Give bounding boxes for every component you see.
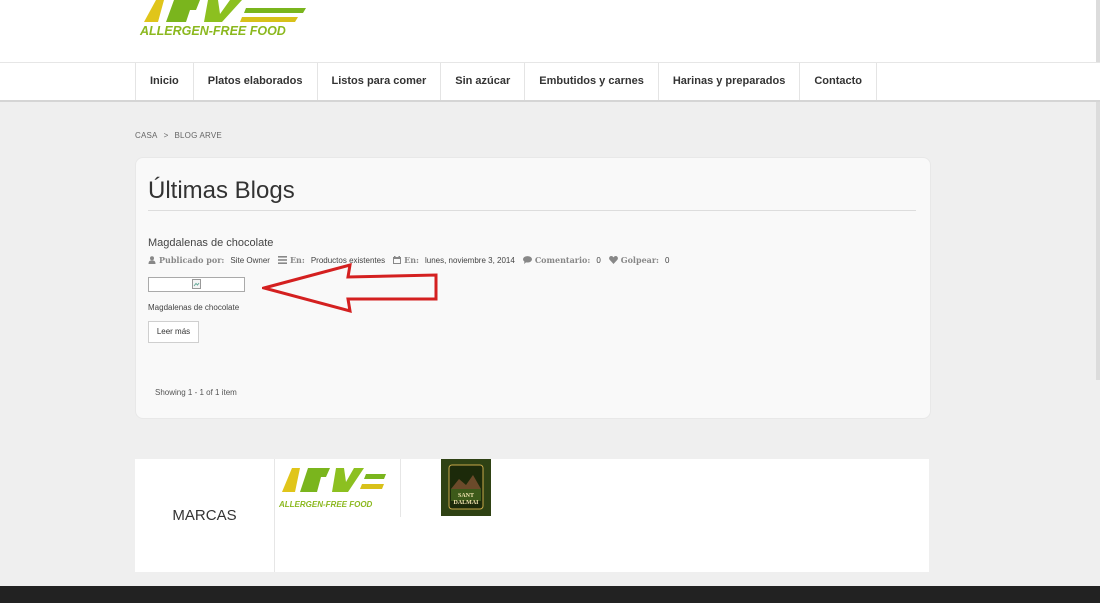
post-excerpt: Magdalenas de chocolate [148, 303, 240, 312]
brands-heading: MARCAS [135, 459, 275, 572]
nav-item-listos-para-comer[interactable]: Listos para comer [316, 63, 441, 100]
left-arrow-annotation-icon [258, 262, 440, 320]
title-divider [148, 210, 916, 211]
read-more-button[interactable]: Leer más [148, 321, 199, 343]
brands-section: MARCAS ALLERGEN-FREE FOOD SANT DALMAI [135, 459, 929, 572]
svg-text:DALMAI: DALMAI [454, 500, 480, 506]
nav-item-contacto[interactable]: Contacto [799, 63, 878, 100]
site-header: ALLERGEN-FREE FOOD [0, 0, 1100, 62]
hits-count: 0 [665, 255, 670, 265]
heart-icon [608, 256, 618, 264]
broken-image-icon [192, 279, 201, 289]
brand-arve-logo[interactable]: ALLERGEN-FREE FOOD [278, 462, 388, 517]
nav-item-platos-elaborados[interactable]: Platos elaborados [192, 63, 317, 100]
blog-card: Últimas Blogs Magdalenas de chocolate Pu… [135, 157, 931, 419]
posted-by-label: Publicado por: [159, 255, 225, 265]
comments-count: 0 [596, 255, 601, 265]
brand-sant-dalmai-logo[interactable]: SANT DALMAI [441, 459, 491, 516]
comment-icon [522, 256, 532, 264]
svg-text:SANT: SANT [458, 493, 474, 499]
logo-tagline: ALLERGEN-FREE FOOD [139, 24, 286, 38]
brand-divider [400, 459, 401, 517]
nav-item-inicio[interactable]: Inicio [135, 63, 193, 100]
post-title-link[interactable]: Magdalenas de chocolate [148, 237, 273, 249]
pagination-info: Showing 1 - 1 of 1 item [155, 388, 237, 397]
post-image-broken[interactable] [148, 277, 245, 292]
site-footer [0, 586, 1100, 603]
page-title: Últimas Blogs [148, 177, 295, 204]
comments-label: Comentario: [534, 255, 591, 265]
user-icon [148, 256, 156, 264]
breadcrumb-current: BLOG ARVE [174, 131, 222, 140]
breadcrumb-home[interactable]: CASA [135, 131, 158, 140]
main-nav: Inicio Platos elaborados Listos para com… [0, 62, 1100, 102]
page-scrollbar[interactable] [1096, 0, 1100, 380]
nav-item-sin-azucar[interactable]: Sin azúcar [440, 63, 524, 100]
arve-logo[interactable]: ALLERGEN-FREE FOOD [138, 0, 310, 45]
nav-item-embutidos-y-carnes[interactable]: Embutidos y carnes [524, 63, 658, 100]
brand-arve-tagline: ALLERGEN-FREE FOOD [278, 500, 373, 509]
hits-label: Golpear: [620, 255, 660, 265]
breadcrumb: CASA > BLOG ARVE [135, 131, 222, 140]
nav-item-harinas-y-preparados[interactable]: Harinas y preparados [657, 63, 800, 100]
breadcrumb-separator: > [163, 131, 169, 140]
